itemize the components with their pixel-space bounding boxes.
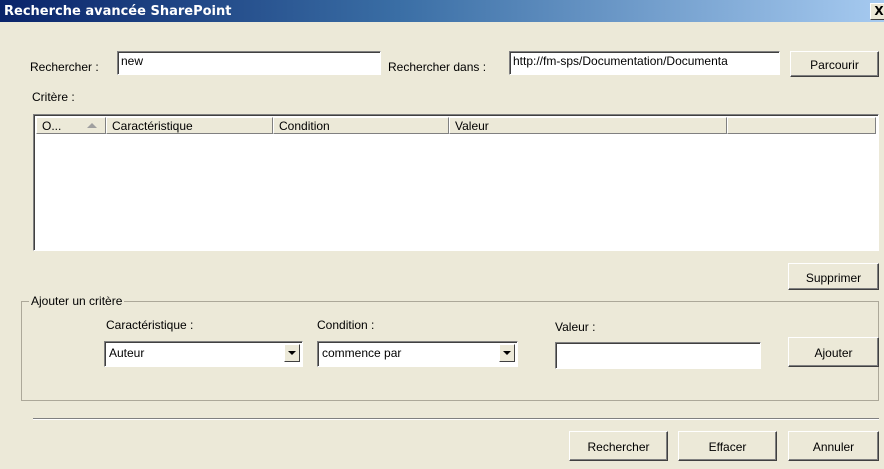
window-title: Recherche avancée SharePoint xyxy=(4,4,232,19)
condition-select[interactable]: commence par xyxy=(317,341,518,367)
search-input[interactable]: new xyxy=(117,51,381,75)
column-header-order[interactable]: O... xyxy=(36,117,106,134)
criteria-list[interactable]: O... Caractéristique Condition Valeur xyxy=(33,114,879,251)
sort-ascending-icon xyxy=(87,123,97,128)
column-header-value[interactable]: Valeur xyxy=(449,117,727,134)
cancel-button[interactable]: Annuler xyxy=(788,431,879,461)
search-label: Rechercher : xyxy=(30,60,99,74)
search-in-input-value: http://fm-sps/Documentation/Documenta xyxy=(513,54,728,68)
value-input[interactable] xyxy=(555,342,761,369)
clear-button[interactable]: Effacer xyxy=(678,431,777,461)
condition-label: Condition : xyxy=(317,318,375,332)
column-header-condition[interactable]: Condition xyxy=(273,117,449,134)
title-bar[interactable]: Recherche avancée SharePoint X xyxy=(0,0,884,22)
clear-button-label: Effacer xyxy=(708,440,747,454)
search-in-label: Rechercher dans : xyxy=(388,60,487,74)
search-input-value: new xyxy=(121,54,144,68)
search-in-input[interactable]: http://fm-sps/Documentation/Documenta xyxy=(509,51,780,75)
search-button-label: Rechercher xyxy=(587,440,650,454)
column-header-filler xyxy=(727,117,876,134)
property-label: Caractéristique : xyxy=(106,318,194,332)
value-label: Valeur : xyxy=(555,320,596,334)
footer-separator xyxy=(33,418,879,420)
column-header-property[interactable]: Caractéristique xyxy=(106,117,273,134)
column-header-value-label: Valeur xyxy=(455,119,489,133)
delete-button-label: Supprimer xyxy=(805,271,862,285)
column-header-property-label: Caractéristique xyxy=(112,119,193,133)
close-button[interactable]: X xyxy=(870,3,884,20)
advanced-search-dialog: Recherche avancée SharePoint X Recherche… xyxy=(0,0,884,469)
add-button[interactable]: Ajouter xyxy=(788,337,879,367)
condition-select-value: commence par xyxy=(322,346,402,360)
property-dropdown-button[interactable] xyxy=(284,344,300,362)
column-header-order-label: O... xyxy=(42,119,62,133)
criteria-label: Critère : xyxy=(32,90,75,104)
condition-dropdown-button[interactable] xyxy=(499,344,515,362)
property-select[interactable]: Auteur xyxy=(104,341,303,367)
delete-button[interactable]: Supprimer xyxy=(788,263,879,290)
column-header-condition-label: Condition xyxy=(279,119,330,133)
cancel-button-label: Annuler xyxy=(812,440,855,454)
browse-button[interactable]: Parcourir xyxy=(790,51,879,77)
browse-button-label: Parcourir xyxy=(810,58,859,72)
add-criteria-group-label: Ajouter un critère xyxy=(29,294,125,308)
search-button[interactable]: Rechercher xyxy=(569,431,668,461)
property-select-value: Auteur xyxy=(109,346,145,360)
chevron-down-icon xyxy=(503,351,511,355)
chevron-down-icon xyxy=(288,351,296,355)
add-button-label: Ajouter xyxy=(814,346,853,360)
